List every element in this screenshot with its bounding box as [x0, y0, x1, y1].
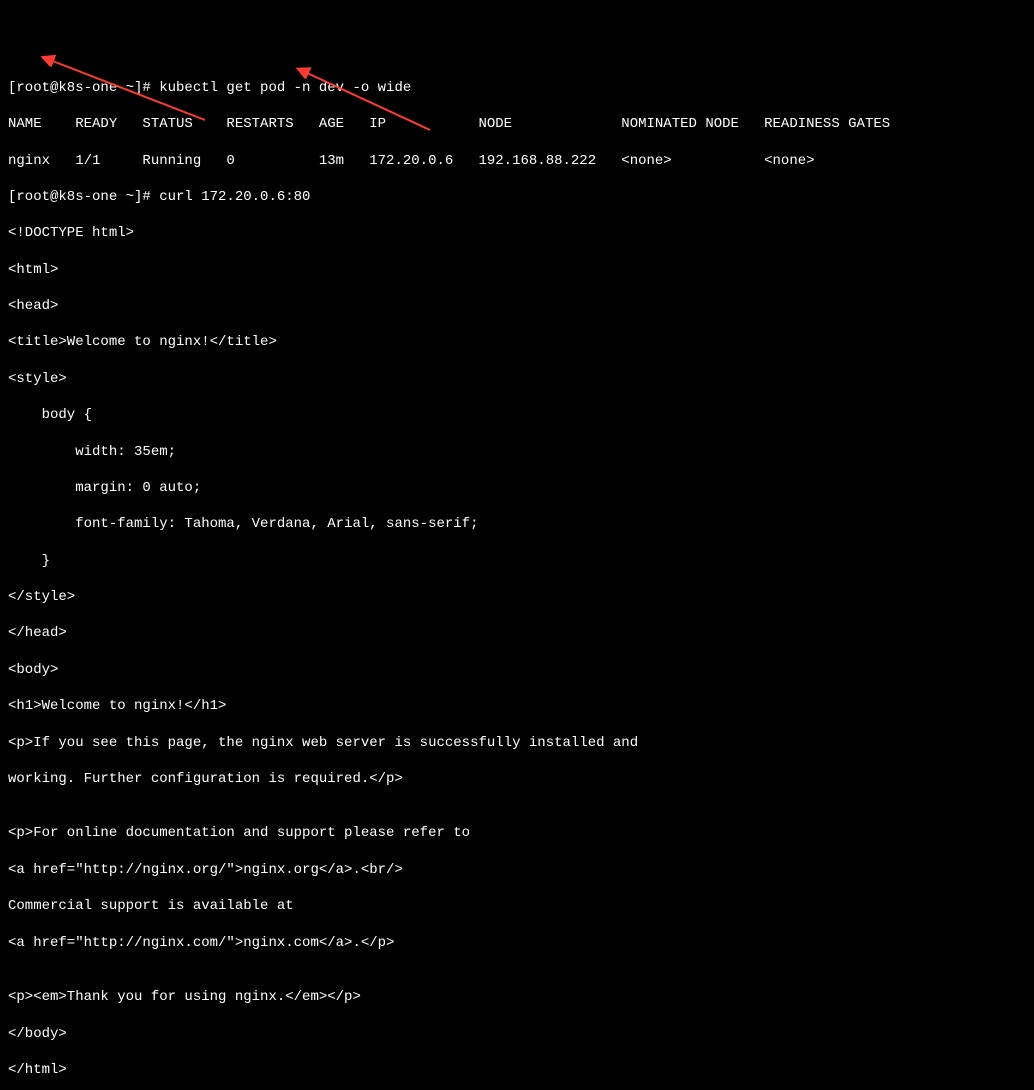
output-line-13: <h1>Welcome to nginx!</h1>	[8, 697, 1026, 715]
output-line-3: <title>Welcome to nginx!</title>	[8, 333, 1026, 351]
output-line-5: body {	[8, 406, 1026, 424]
prompt-line-1: [root@k8s-one ~]# kubectl get pod -n dev…	[8, 79, 1026, 97]
output-line-22: <p><em>Thank you for using nginx.</em></…	[8, 988, 1026, 1006]
table-row: nginx 1/1 Running 0 13m 172.20.0.6 192.1…	[8, 152, 1026, 170]
output-line-12: <body>	[8, 661, 1026, 679]
output-line-1: <html>	[8, 261, 1026, 279]
output-line-15: working. Further configuration is requir…	[8, 770, 1026, 788]
output-line-0: <!DOCTYPE html>	[8, 224, 1026, 242]
table-headers: NAME READY STATUS RESTARTS AGE IP NODE N…	[8, 115, 1026, 133]
output-line-2: <head>	[8, 297, 1026, 315]
output-line-4: <style>	[8, 370, 1026, 388]
output-line-23: </body>	[8, 1025, 1026, 1043]
output-line-6: width: 35em;	[8, 443, 1026, 461]
terminal-screen[interactable]: { "prompt1": "[root@k8s-one ~]# kubectl …	[0, 0, 1034, 545]
output-line-8: font-family: Tahoma, Verdana, Arial, san…	[8, 515, 1026, 533]
output-line-11: </head>	[8, 624, 1026, 642]
output-line-10: </style>	[8, 588, 1026, 606]
output-line-24: </html>	[8, 1061, 1026, 1079]
output-line-14: <p>If you see this page, the nginx web s…	[8, 734, 1026, 752]
output-line-9: }	[8, 552, 1026, 570]
output-line-18: <a href="http://nginx.org/">nginx.org</a…	[8, 861, 1026, 879]
output-line-7: margin: 0 auto;	[8, 479, 1026, 497]
output-line-19: Commercial support is available at	[8, 897, 1026, 915]
output-line-17: <p>For online documentation and support …	[8, 824, 1026, 842]
output-line-20: <a href="http://nginx.com/">nginx.com</a…	[8, 934, 1026, 952]
prompt-line-2: [root@k8s-one ~]# curl 172.20.0.6:80	[8, 188, 1026, 206]
